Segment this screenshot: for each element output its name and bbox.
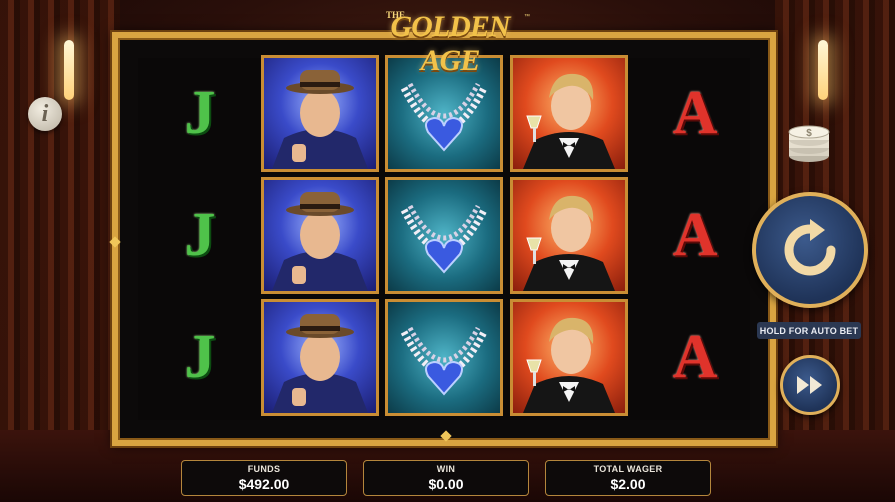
spin-arrow-icon — [784, 219, 836, 276]
info-icon: i — [41, 100, 49, 127]
logo-title: GOLDEN AGE — [390, 10, 511, 77]
necklace-icon — [400, 204, 488, 274]
right-wall-lamp — [818, 40, 828, 100]
frame-ornament-left — [109, 236, 121, 248]
total-wager-label: TOTAL WAGER — [593, 464, 663, 474]
symbol-a: A — [672, 323, 718, 391]
symbol-man-in-tuxedo — [510, 177, 628, 294]
funds-label: FUNDS — [247, 464, 281, 474]
man-in-tuxedo-icon — [523, 317, 615, 413]
total-wager-value: $2.00 — [610, 476, 646, 492]
symbol-j: J — [184, 323, 216, 391]
svg-text:$: $ — [806, 128, 812, 139]
hold-for-auto-bet-label: HOLD FOR AUTO BET — [757, 322, 861, 339]
funds-value: $492.00 — [238, 476, 290, 492]
bet-coins-button[interactable]: $ — [786, 118, 832, 164]
fast-forward-icon — [797, 376, 822, 394]
win-panel: WIN $0.00 — [363, 460, 529, 496]
game-logo: THE GOLDEN AGE ™ — [360, 6, 540, 77]
man-in-tuxedo-icon — [523, 195, 615, 291]
win-value: $0.00 — [428, 476, 464, 492]
funds-panel: FUNDS $492.00 — [181, 460, 347, 496]
total-wager-panel[interactable]: TOTAL WAGER $2.00 — [545, 460, 711, 496]
win-label: WIN — [436, 464, 456, 474]
coin-stack-icon: $ — [788, 125, 830, 162]
symbol-man-in-tuxedo — [510, 299, 628, 416]
symbol-heart-diamond-necklace — [385, 177, 503, 294]
gentleman-with-hat-icon — [272, 192, 368, 291]
left-wall-lamp — [64, 40, 74, 100]
logo-trademark: ™ — [524, 14, 530, 20]
frame-ornament-bottom — [440, 430, 452, 442]
symbol-j: J — [184, 201, 216, 269]
info-button[interactable]: i — [28, 97, 62, 131]
symbol-heart-diamond-necklace — [385, 299, 503, 416]
symbol-j: J — [184, 79, 216, 147]
gentleman-with-hat-icon — [272, 314, 368, 413]
symbol-gentleman-with-hat — [261, 177, 379, 294]
left-curtain — [0, 0, 120, 430]
spin-button[interactable] — [752, 192, 868, 308]
fast-forward-button[interactable] — [780, 355, 840, 415]
symbol-a: A — [672, 79, 718, 147]
symbol-gentleman-with-hat — [261, 299, 379, 416]
symbol-a: A — [672, 201, 718, 269]
necklace-icon — [400, 326, 488, 396]
